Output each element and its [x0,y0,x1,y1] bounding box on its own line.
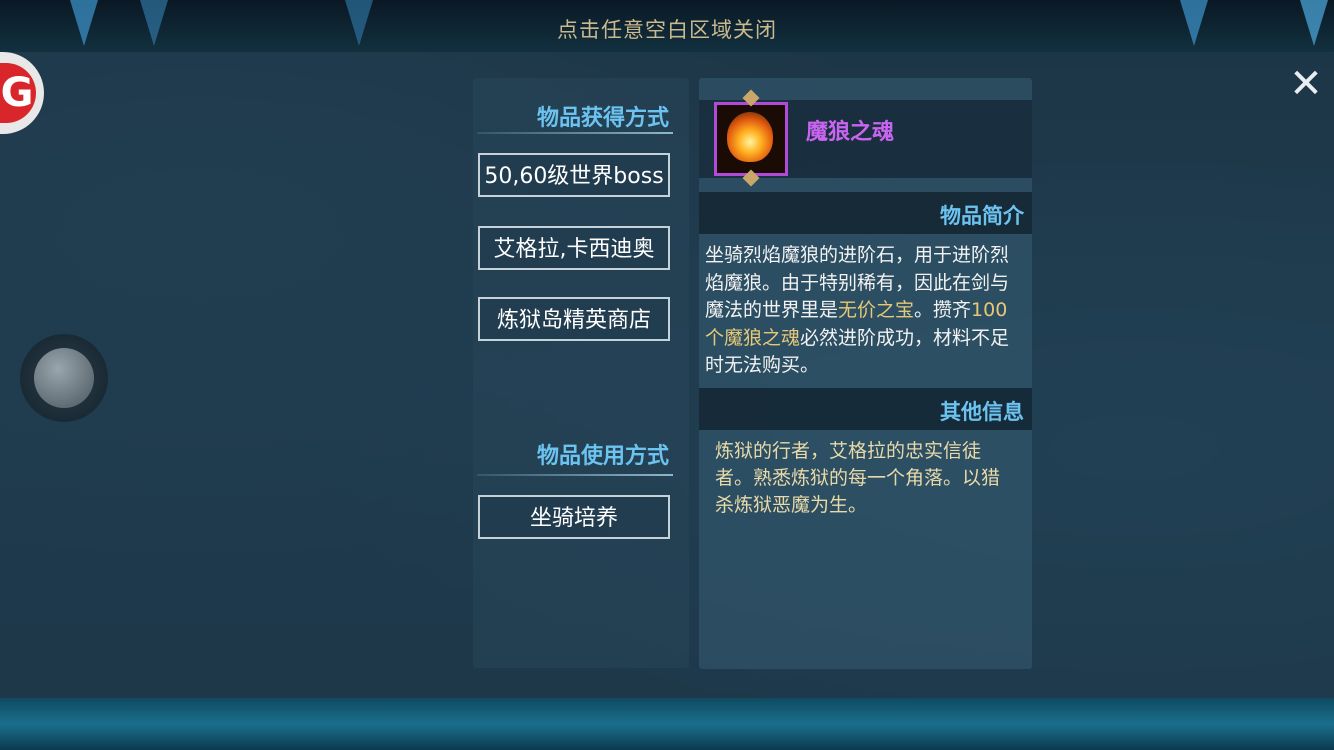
virtual-joystick[interactable] [20,334,108,422]
intro-header: 物品简介 [699,192,1032,234]
joystick-knob[interactable] [34,348,94,408]
other-info-title: 其他信息 [940,400,1024,424]
acquire-title: 物品获得方式 [536,106,669,131]
desc-text: 。攒齐 [914,299,972,321]
source-button-shop[interactable]: 炼狱岛精英商店 [478,297,670,341]
divider [477,132,673,134]
item-icon-frame [713,89,791,187]
close-button[interactable]: ✕ [1286,64,1326,104]
other-info-header: 其他信息 [699,388,1032,430]
source-button-world-boss[interactable]: 50,60级世界boss [478,153,670,197]
desc-highlight: 无价之宝 [838,299,915,321]
source-button-npc[interactable]: 艾格拉,卡西迪奥 [478,226,670,270]
item-detail-panel: 魔狼之魂 物品简介 坐骑烈焰魔狼的进阶石，用于进阶烈焰魔狼。由于特别稀有，因此在… [699,78,1032,669]
dismiss-hint[interactable]: 点击任意空白区域关闭 [0,14,1334,44]
item-description: 坐骑烈焰魔狼的进阶石，用于进阶烈焰魔狼。由于特别稀有，因此在剑与魔法的世界里是无… [705,242,1025,380]
divider [477,474,673,476]
logo-icon: G [0,63,36,123]
usage-title: 物品使用方式 [536,444,669,469]
item-name: 魔狼之魂 [806,120,895,145]
other-info-text: 炼狱的行者，艾格拉的忠实信徒者。熟悉炼狱的每一个角落。以猎杀炼狱恶魔为生。 [715,440,1001,516]
intro-title: 物品简介 [940,204,1024,228]
acquire-panel: 物品获得方式 50,60级世界boss 艾格拉,卡西迪奥 炼狱岛精英商店 物品使… [473,78,689,668]
flame-soul-icon [727,112,773,162]
bottom-scene-strip [0,698,1334,750]
usage-button-mount-training[interactable]: 坐骑培养 [478,495,670,539]
